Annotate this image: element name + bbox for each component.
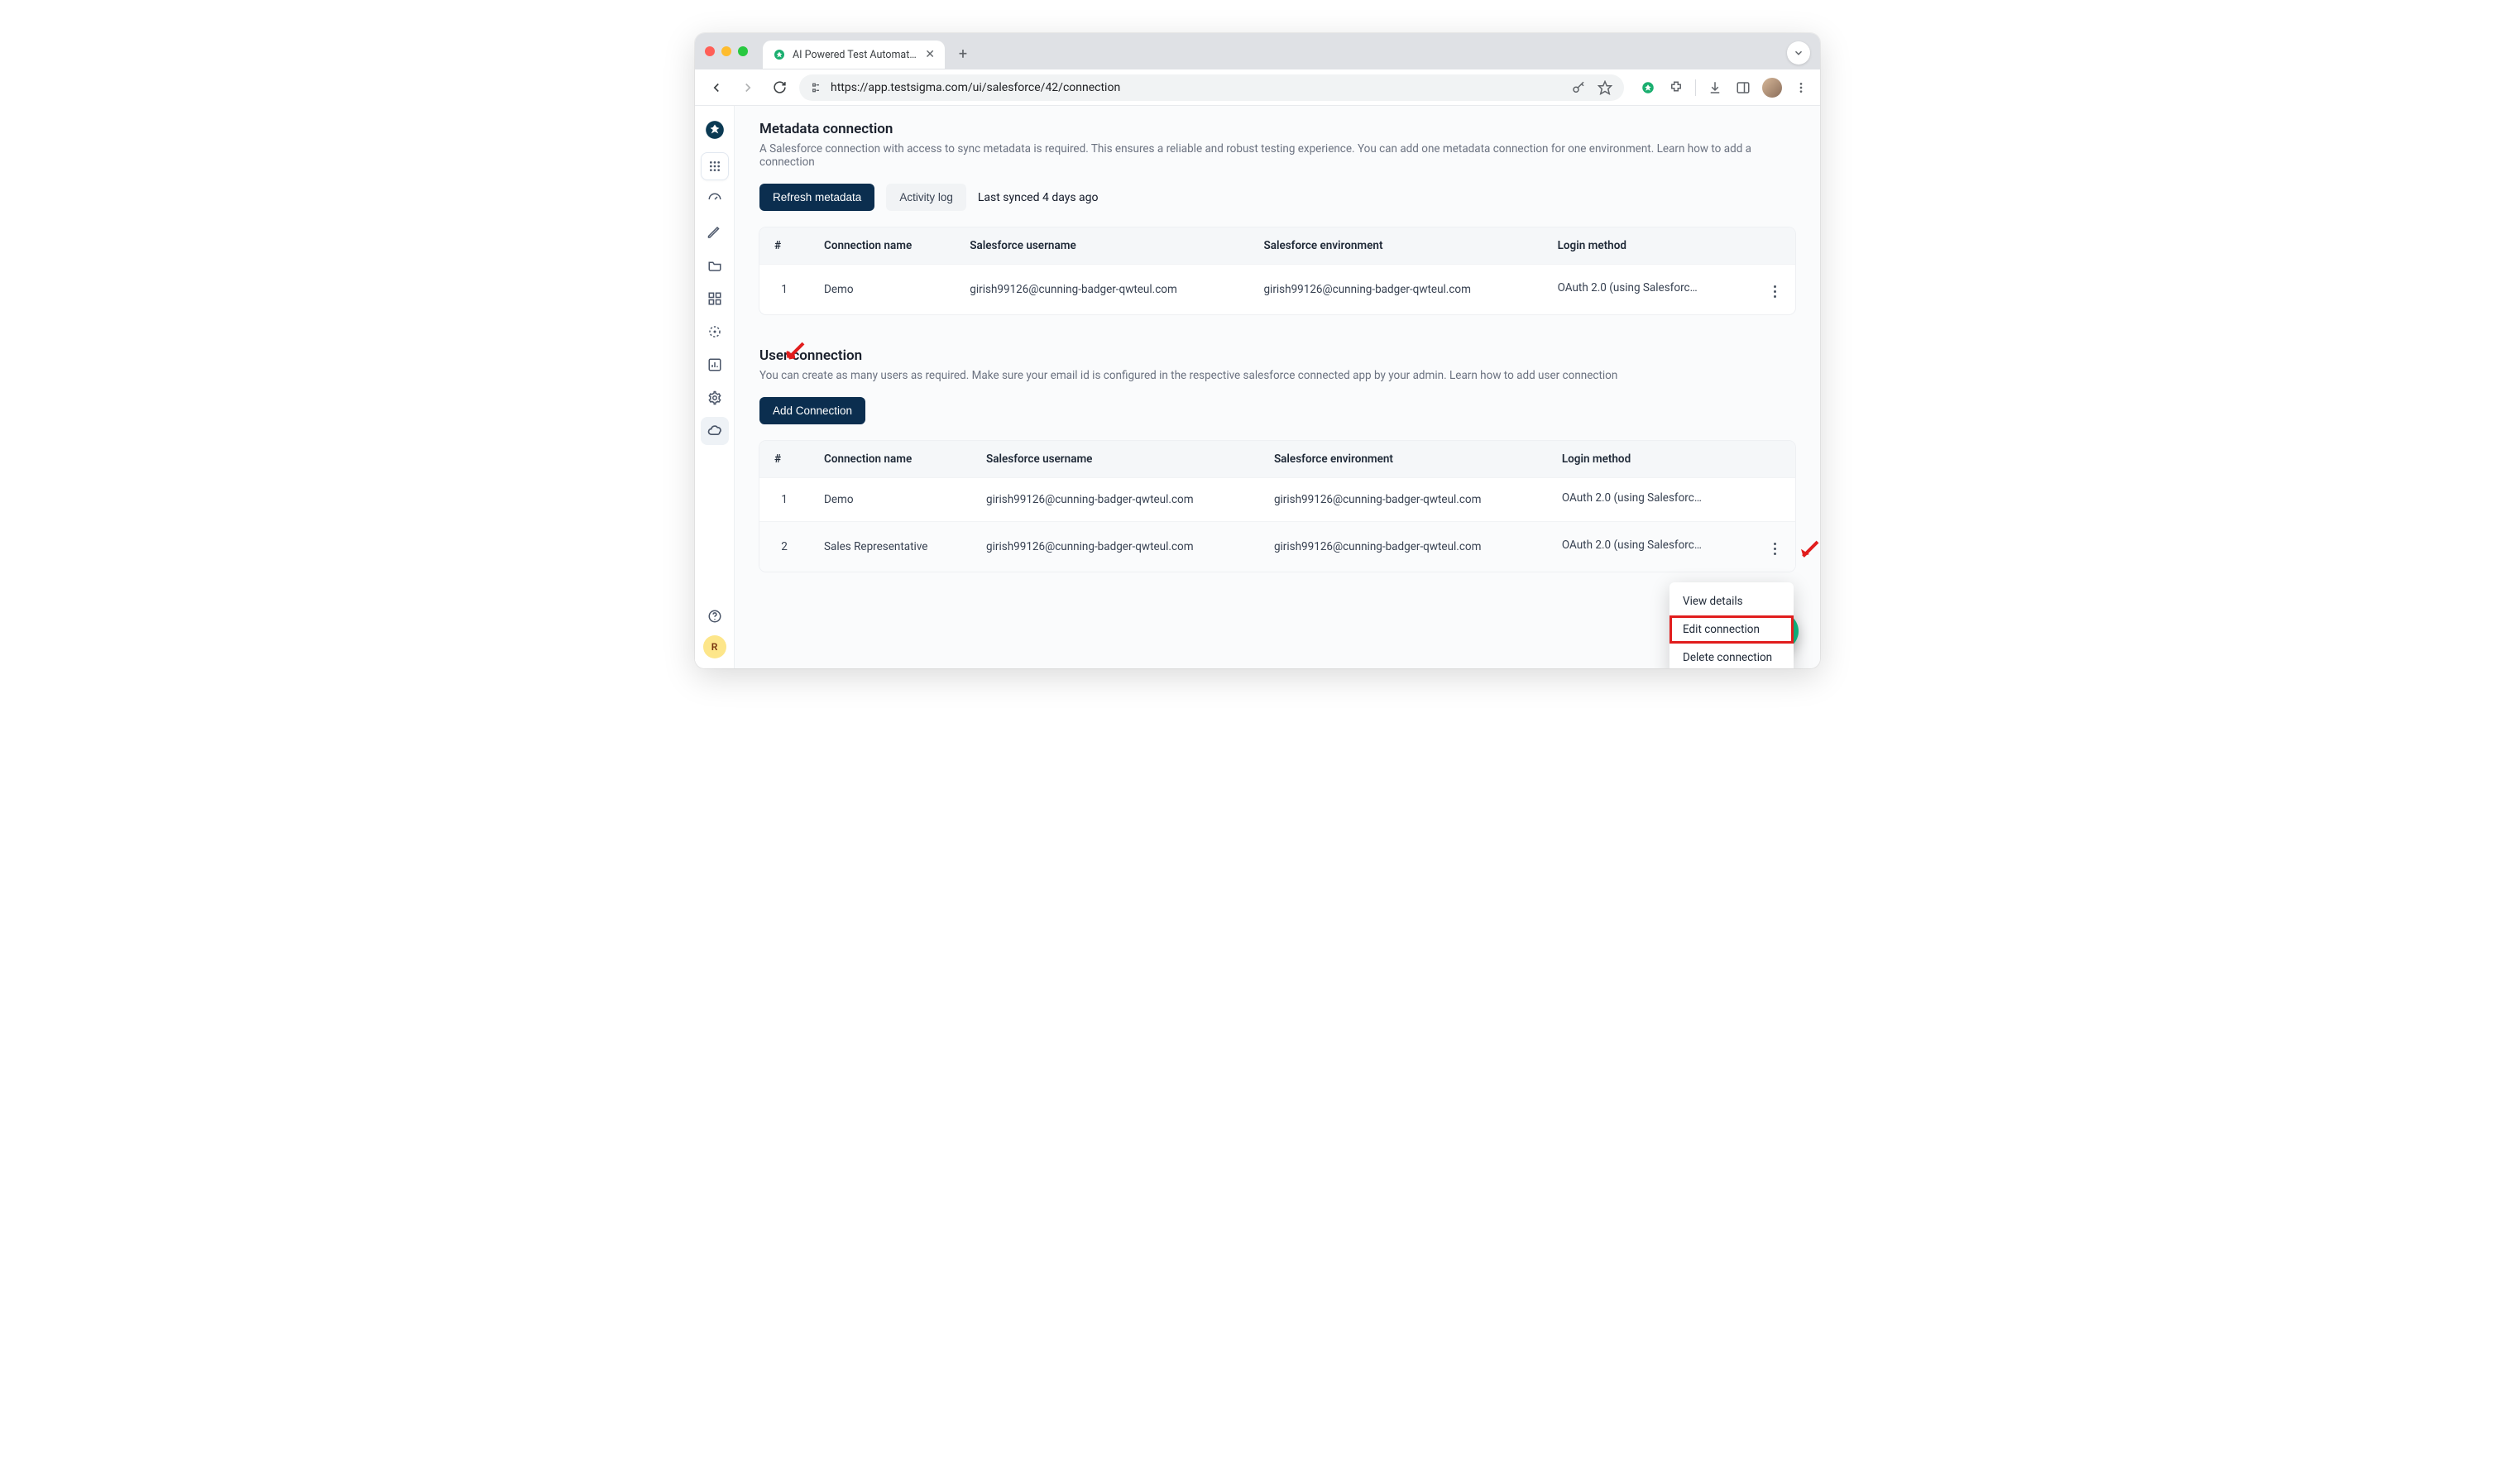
- new-tab-button[interactable]: +: [951, 42, 975, 65]
- menu-edit-connection[interactable]: Edit connection: [1669, 615, 1794, 644]
- dashboard-icon[interactable]: [701, 185, 729, 213]
- annotation-arrow-icon: [783, 339, 807, 364]
- close-tab-icon[interactable]: ✕: [925, 48, 935, 61]
- add-connection-button[interactable]: Add Connection: [759, 397, 865, 424]
- metadata-title: Metadata connection: [759, 121, 1795, 137]
- salesforce-cloud-icon[interactable]: [701, 417, 729, 445]
- col-login: Login method: [1547, 441, 1754, 478]
- profile-avatar[interactable]: [1762, 78, 1782, 98]
- titlebar: AI Powered Test Automation P ✕ +: [695, 33, 1820, 69]
- row-name: Demo: [809, 265, 955, 315]
- site-info-icon[interactable]: [809, 81, 822, 94]
- menu-view-details[interactable]: View details: [1669, 587, 1794, 615]
- table-row: 2 Sales Representative girish99126@cunni…: [759, 522, 1795, 572]
- col-login: Login method: [1543, 227, 1754, 265]
- row-login: OAuth 2.0 (using Salesforce ...: [1547, 522, 1754, 572]
- folder-icon[interactable]: [701, 251, 729, 280]
- analytics-icon[interactable]: [701, 351, 729, 379]
- sidebar: R: [695, 106, 735, 668]
- forward-button[interactable]: [736, 76, 759, 99]
- col-num: #: [759, 441, 809, 478]
- user-avatar[interactable]: R: [703, 635, 726, 658]
- row-num: 2: [759, 522, 809, 572]
- tabs-overflow-button[interactable]: [1787, 41, 1810, 65]
- user-title: User connection: [759, 347, 1795, 364]
- window-controls[interactable]: [705, 46, 748, 56]
- testsigma-extension-icon[interactable]: [1639, 79, 1657, 97]
- grid-icon[interactable]: [701, 285, 729, 313]
- help-icon[interactable]: [701, 602, 729, 630]
- user-description: You can create as many users as required…: [759, 369, 1795, 382]
- col-environment: Salesforce environment: [1259, 441, 1547, 478]
- reload-button[interactable]: [768, 76, 791, 99]
- row-name: Demo: [809, 478, 971, 522]
- extensions-icon[interactable]: [1667, 79, 1685, 97]
- row-actions-icon[interactable]: [1770, 539, 1780, 558]
- browser-window: AI Powered Test Automation P ✕ + https:/…: [695, 33, 1820, 668]
- row-name: Sales Representative: [809, 522, 971, 572]
- avatar-letter: R: [711, 641, 718, 653]
- back-button[interactable]: [705, 76, 728, 99]
- metadata-actions: Refresh metadata Activity log Last synce…: [759, 184, 1795, 211]
- browser-toolbar: https://app.testsigma.com/ui/salesforce/…: [695, 69, 1820, 106]
- activity-log-button[interactable]: Activity log: [886, 184, 966, 211]
- table-row: 1 Demo girish99126@cunning-badger-qwteul…: [759, 478, 1795, 522]
- last-synced-text: Last synced 4 days ago: [978, 191, 1099, 204]
- tab-title: AI Powered Test Automation P: [793, 49, 918, 61]
- target-icon[interactable]: [701, 318, 729, 346]
- row-environment: girish99126@cunning-badger-qwteul.com: [1248, 265, 1542, 315]
- apps-grid-icon[interactable]: [701, 152, 729, 180]
- col-name: Connection name: [809, 227, 955, 265]
- row-actions-icon[interactable]: [1770, 282, 1780, 301]
- refresh-metadata-button[interactable]: Refresh metadata: [759, 184, 874, 211]
- row-login: OAuth 2.0 (using Salesforce ...: [1547, 478, 1754, 522]
- row-username: girish99126@cunning-badger-qwteul.com: [955, 265, 1248, 315]
- user-table: # Connection name Salesforce username Sa…: [759, 441, 1795, 572]
- metadata-description: A Salesforce connection with access to s…: [759, 142, 1795, 169]
- url-text: https://app.testsigma.com/ui/salesforce/…: [831, 81, 1561, 94]
- edit-icon[interactable]: [701, 218, 729, 247]
- minimize-window-icon[interactable]: [721, 46, 731, 56]
- menu-delete-connection[interactable]: Delete connection: [1669, 644, 1794, 668]
- side-panel-icon[interactable]: [1734, 79, 1752, 97]
- maximize-window-icon[interactable]: [738, 46, 748, 56]
- kebab-menu-icon[interactable]: [1792, 79, 1810, 97]
- close-window-icon[interactable]: [705, 46, 715, 56]
- app-body: R Metadata connection A Salesforce conne…: [695, 106, 1820, 668]
- user-actions: Add Connection: [759, 397, 1795, 424]
- metadata-table: # Connection name Salesforce username Sa…: [759, 227, 1795, 314]
- bookmark-star-icon[interactable]: [1596, 79, 1614, 97]
- browser-tab[interactable]: AI Powered Test Automation P ✕: [763, 41, 945, 69]
- col-name: Connection name: [809, 441, 971, 478]
- main-content: Metadata connection A Salesforce connect…: [735, 106, 1820, 668]
- separator: [1695, 79, 1696, 96]
- row-username: girish99126@cunning-badger-qwteul.com: [971, 522, 1259, 572]
- row-login: OAuth 2.0 (using Salesforce ...: [1543, 265, 1754, 315]
- downloads-icon[interactable]: [1706, 79, 1724, 97]
- col-environment: Salesforce environment: [1248, 227, 1542, 265]
- row-num: 1: [759, 265, 809, 315]
- col-num: #: [759, 227, 809, 265]
- password-key-icon[interactable]: [1569, 79, 1588, 97]
- annotation-arrow-icon: [1797, 538, 1820, 562]
- address-bar[interactable]: https://app.testsigma.com/ui/salesforce/…: [799, 74, 1624, 101]
- context-menu: View details Edit connection Delete conn…: [1669, 582, 1794, 668]
- row-num: 1: [759, 478, 809, 522]
- app-logo-icon[interactable]: [701, 116, 729, 144]
- row-username: girish99126@cunning-badger-qwteul.com: [971, 478, 1259, 522]
- row-environment: girish99126@cunning-badger-qwteul.com: [1259, 522, 1547, 572]
- table-row: 1 Demo girish99126@cunning-badger-qwteul…: [759, 265, 1795, 315]
- row-environment: girish99126@cunning-badger-qwteul.com: [1259, 478, 1547, 522]
- testsigma-favicon-icon: [773, 48, 786, 61]
- settings-gear-icon[interactable]: [701, 384, 729, 412]
- col-username: Salesforce username: [971, 441, 1259, 478]
- col-username: Salesforce username: [955, 227, 1248, 265]
